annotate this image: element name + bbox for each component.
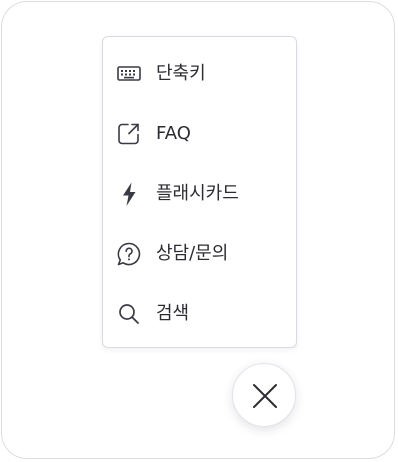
menu-item-label: 단축키 xyxy=(156,63,206,84)
search-icon xyxy=(116,302,142,326)
question-bubble-icon xyxy=(116,242,142,266)
external-link-icon xyxy=(116,122,142,146)
menu-item-support[interactable]: 상담/문의 xyxy=(103,224,296,284)
lightning-bolt-icon xyxy=(116,182,142,206)
menu-item-label: 검색 xyxy=(156,303,190,324)
menu-item-label: 상담/문의 xyxy=(156,243,229,264)
menu-item-faq[interactable]: FAQ xyxy=(103,104,296,164)
menu-item-search[interactable]: 검색 xyxy=(103,284,296,344)
menu-item-label: 플래시카드 xyxy=(156,183,239,204)
help-menu: 단축키 FAQ 플래시카드 상담/문의 검색 xyxy=(102,36,297,348)
close-button[interactable] xyxy=(232,363,296,427)
menu-item-flashcards[interactable]: 플래시카드 xyxy=(103,164,296,224)
menu-item-shortcuts[interactable]: 단축키 xyxy=(103,44,296,104)
menu-item-label: FAQ xyxy=(156,123,191,144)
close-icon xyxy=(253,384,277,408)
keyboard-icon xyxy=(116,62,142,86)
